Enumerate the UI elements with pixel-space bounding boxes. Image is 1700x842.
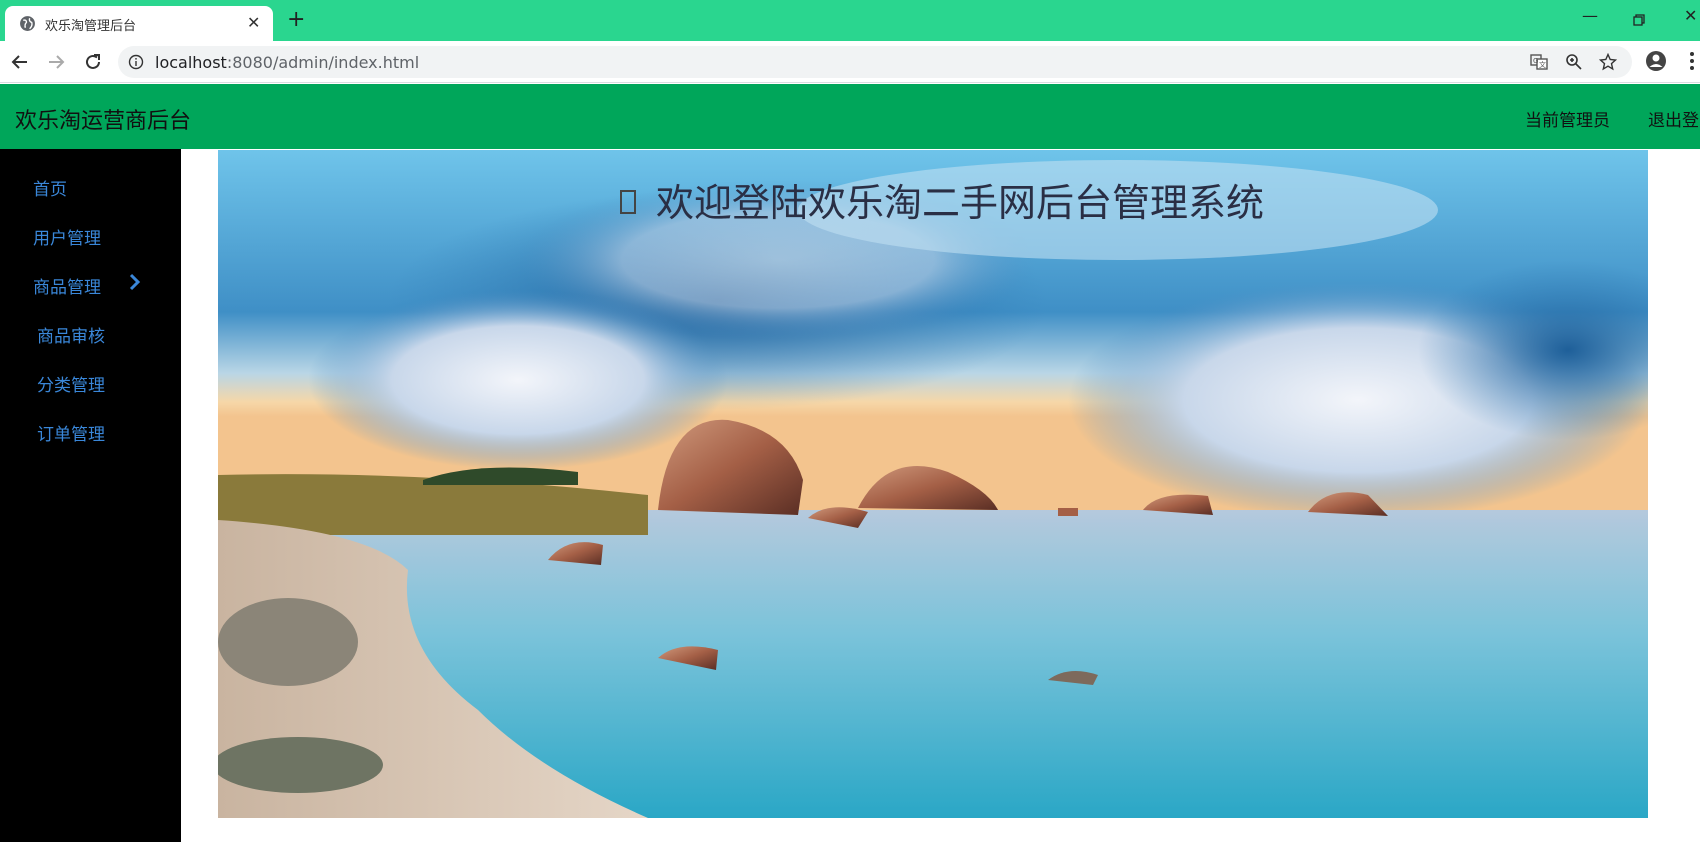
sidebar-item-home[interactable]: 首页 (33, 175, 67, 200)
sidebar-item-goods-review[interactable]: 商品审核 (37, 322, 105, 347)
site-info-icon[interactable] (128, 54, 144, 70)
sidebar-item-goods[interactable]: 商品管理 (33, 273, 101, 298)
close-tab-icon[interactable]: ✕ (247, 13, 260, 32)
sidebar (0, 149, 181, 842)
more-menu-icon[interactable] (1689, 50, 1695, 72)
logout-link[interactable]: 退出登 (1648, 106, 1699, 131)
globe-icon (20, 16, 35, 31)
browser-toolbar: localhost:8080/admin/index.html G 文 (0, 41, 1700, 83)
missing-glyph-icon (620, 190, 636, 214)
address-bar[interactable]: localhost:8080/admin/index.html G 文 (118, 46, 1632, 78)
bookmark-star-icon[interactable] (1599, 53, 1617, 71)
url-text: localhost:8080/admin/index.html (155, 53, 420, 72)
tab-title: 欢乐淘管理后台 (45, 19, 137, 34)
forward-arrow-icon[interactable] (44, 50, 68, 74)
browser-tab-strip: 欢乐淘管理后台 ✕ + — ✕ (0, 0, 1700, 42)
close-window-icon[interactable]: ✕ (1684, 6, 1697, 25)
minimize-icon[interactable]: — (1582, 6, 1598, 25)
hero-landscape-image (218, 150, 1648, 818)
zoom-icon[interactable] (1565, 53, 1583, 71)
account-icon[interactable] (1645, 50, 1667, 72)
app-header: 欢乐淘运营商后台 当前管理员 退出登 (0, 84, 1700, 149)
restore-icon[interactable] (1633, 14, 1645, 26)
welcome-heading: 欢迎登陆欢乐淘二手网后台管理系统 (620, 172, 1264, 227)
current-admin-link[interactable]: 当前管理员 (1525, 106, 1610, 131)
brand-title[interactable]: 欢乐淘运营商后台 (15, 103, 191, 135)
new-tab-icon[interactable]: + (287, 9, 305, 31)
translate-icon[interactable]: G 文 (1530, 53, 1548, 71)
browser-tab[interactable]: 欢乐淘管理后台 ✕ (5, 6, 273, 42)
reload-icon[interactable] (81, 50, 105, 74)
sidebar-item-category[interactable]: 分类管理 (37, 371, 105, 396)
svg-text:文: 文 (1539, 60, 1546, 69)
chevron-right-icon[interactable] (128, 273, 142, 291)
sidebar-item-orders[interactable]: 订单管理 (37, 420, 105, 445)
sidebar-item-users[interactable]: 用户管理 (33, 224, 101, 249)
back-arrow-icon[interactable] (8, 50, 32, 74)
svg-text:G: G (1533, 57, 1538, 65)
